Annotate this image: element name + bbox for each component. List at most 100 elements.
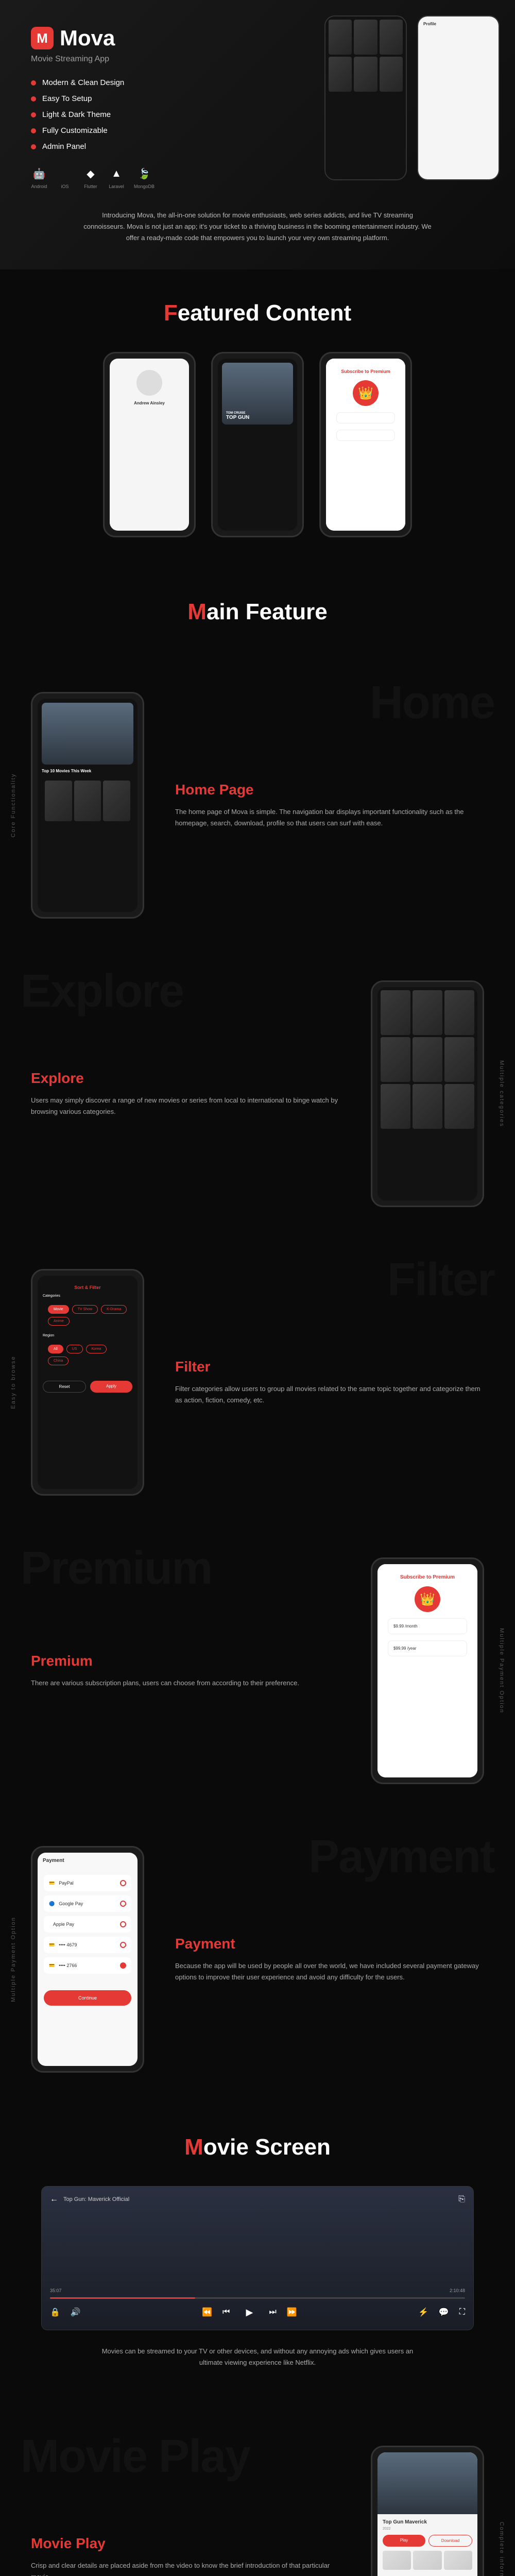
title-accent: M (184, 2134, 203, 2160)
side-label-left: Core Functionality (10, 773, 16, 838)
pay-label: •••• 4679 (59, 1942, 77, 1947)
filter-block: Filter Easy to browse Sort & FilterCateg… (0, 1238, 515, 1527)
continue-button[interactable]: Continue (44, 1990, 131, 2006)
movie-screen-title: Movie Screen (41, 2134, 474, 2160)
cast-icon[interactable]: ⎘ (458, 2195, 465, 2204)
home-title: Home Page (175, 782, 484, 798)
title-rest: ain Feature (207, 599, 328, 624)
pay-paypal[interactable]: 💳PayPal (44, 1875, 131, 1891)
bg-word-filter: Filter (387, 1253, 494, 1307)
download-button[interactable]: Download (428, 2535, 472, 2547)
chip[interactable]: China (48, 1357, 68, 1365)
pay-label: Google Pay (59, 1901, 83, 1906)
prev-icon[interactable]: ⏮ (222, 2308, 230, 2317)
featured-phones: Andrew Ainsley TOM CRUISETOP GUN Subscri… (41, 352, 474, 537)
home-desc: The home page of Mova is simple. The nav… (175, 806, 484, 829)
plan-box (336, 430, 395, 441)
pay-card2[interactable]: 💳•••• 2766 (44, 1957, 131, 1974)
payment-desc: Because the app will be used by people a… (175, 1960, 484, 1983)
apply-button[interactable]: Apply (90, 1381, 132, 1393)
time-total: 2:10:48 (450, 2288, 465, 2293)
chip[interactable]: K-Drama (101, 1305, 127, 1314)
pay-label: PayPal (59, 1880, 74, 1886)
home-phone: Top 10 Movies This Week (31, 692, 144, 919)
chip[interactable]: Movie (48, 1305, 69, 1314)
bullet-icon (31, 96, 36, 101)
movie-play-phone: Top Gun Maverick2022PlayDownload (371, 2446, 484, 2576)
radio-icon (120, 1962, 126, 1969)
forward-icon[interactable]: ⏩ (287, 2307, 297, 2317)
flutter-icon: ◆ (82, 165, 99, 182)
chip[interactable]: Korea (86, 1345, 107, 1353)
lock-icon[interactable]: 🔒 (50, 2307, 60, 2317)
payment-title: Payment (175, 1936, 484, 1952)
cat-label: Categories (43, 1294, 132, 1298)
crown-icon: 👑 (353, 380, 379, 406)
region-label: Region (43, 1334, 132, 1337)
topgun-poster: TOM CRUISETOP GUN (222, 363, 293, 425)
explore-phone (371, 980, 484, 1207)
fullscreen-icon[interactable]: ⛶ (459, 2308, 465, 2317)
hero-phone-light: Profile (417, 15, 500, 180)
feature-text: Easy To Setup (42, 94, 92, 103)
chip[interactable]: All (48, 1345, 63, 1353)
mongo-badge: 🍃MongoDB (134, 165, 154, 189)
featured-title: Featured Content (41, 300, 474, 326)
phone-profile-light: Andrew Ainsley (103, 352, 196, 537)
payment-block: Payment Multiple Payment Option Payment💳… (0, 1815, 515, 2104)
chip[interactable]: Anime (48, 1317, 70, 1326)
flutter-badge: ◆Flutter (82, 165, 99, 189)
rewind-icon[interactable]: ⏪ (202, 2307, 212, 2317)
premium-desc: There are various subscription plans, us… (31, 1677, 340, 1689)
bg-word-home: Home (370, 676, 494, 730)
tech-label: iOS (61, 184, 68, 189)
play-button[interactable]: Play (383, 2535, 425, 2547)
pay-card1[interactable]: 💳 •••• 4679 (44, 1937, 131, 1953)
play-icon[interactable]: ▶ (240, 2303, 259, 2321)
home-mock-title: Top 10 Movies This Week (42, 769, 133, 773)
android-badge: 🤖Android (31, 165, 47, 189)
tech-label: MongoDB (134, 184, 154, 189)
card-icon: 💳 (49, 1942, 55, 1948)
plan-box (336, 412, 395, 423)
movie-play-desc: Crisp and clear details are placed aside… (31, 2560, 340, 2576)
bg-word-premium: Premium (21, 1542, 212, 1595)
tech-label: Laravel (109, 184, 124, 189)
back-icon[interactable]: ← (50, 2195, 58, 2204)
home-poster (42, 703, 133, 765)
laravel-badge: ▲Laravel (108, 165, 125, 189)
phone-poster-dark: TOM CRUISETOP GUN (211, 352, 304, 537)
progress-bar[interactable] (50, 2297, 465, 2299)
radio-icon (120, 1901, 126, 1907)
next-icon[interactable]: ⏭ (269, 2308, 276, 2317)
pay-google[interactable]: 🔵Google Pay (44, 1895, 131, 1912)
phone-premium-light: Subscribe to Premium 👑 (319, 352, 412, 537)
side-label-left: Multiple Payment Option (10, 1917, 16, 2002)
plan-monthly[interactable]: $9.99 /month (388, 1618, 467, 1634)
bullet-icon (31, 128, 36, 133)
speed-icon[interactable]: ⚡ (418, 2307, 428, 2317)
explore-block: Explore Multiple categories Explore User… (0, 950, 515, 1238)
explore-title: Explore (31, 1070, 340, 1087)
premium-phone: Subscribe to Premium👑$9.99 /month$99.99 … (371, 1557, 484, 1784)
android-icon: 🤖 (31, 165, 47, 182)
progress-fill (50, 2297, 195, 2299)
chip[interactable]: US (66, 1345, 83, 1353)
poster-title: TOP GUN (226, 415, 249, 420)
premium-title: Subscribe to Premium (341, 369, 390, 374)
main-feature-title: Main Feature (41, 599, 474, 625)
chip[interactable]: TV Show (72, 1305, 98, 1314)
title-accent: F (164, 300, 178, 326)
movie-screen-section: Movie Screen ←Top Gun: Maverick Official… (0, 2104, 515, 2415)
card-icon: 💳 (49, 1963, 55, 1969)
pay-apple[interactable]: Apple Pay (44, 1916, 131, 1933)
premium-block: Premium Multiple Payment Option Subscrib… (0, 1527, 515, 1815)
reset-button[interactable]: Reset (43, 1381, 86, 1393)
caption-icon[interactable]: 💬 (439, 2307, 449, 2317)
side-label-right: Multiple Payment Option (499, 1628, 505, 1714)
time-current: 35:07 (50, 2288, 62, 2293)
volume-icon[interactable]: 🔊 (71, 2307, 81, 2317)
plan-yearly[interactable]: $99.99 /year (388, 1640, 467, 1656)
logo-text: Mova (60, 26, 115, 50)
title-accent: M (187, 599, 207, 624)
